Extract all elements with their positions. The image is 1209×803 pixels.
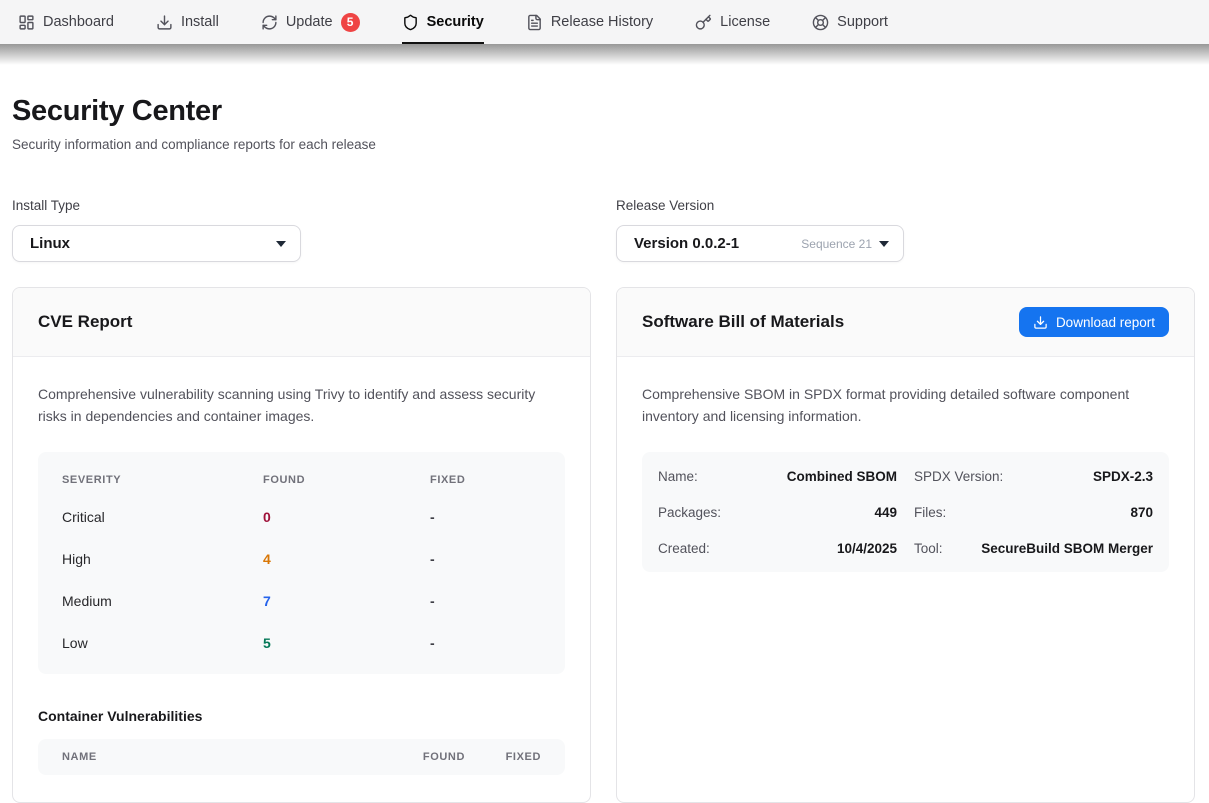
key-icon (695, 14, 712, 31)
sbom-spdx-version-value: SPDX-2.3 (1093, 469, 1153, 484)
release-sequence-label: Sequence 21 (801, 237, 872, 251)
life-buoy-icon (812, 14, 829, 31)
cve-card-title: CVE Report (38, 312, 132, 332)
cve-card-header: CVE Report (13, 288, 590, 357)
refresh-icon (261, 14, 278, 31)
found-col-header: FOUND (395, 751, 465, 763)
install-type-value: Linux (30, 235, 276, 252)
download-report-button[interactable]: Download report (1019, 307, 1169, 337)
name-col-header: NAME (62, 751, 375, 763)
tab-release-history[interactable]: Release History (526, 0, 653, 44)
container-vulns-table-header: NAME FOUND FIXED (38, 739, 565, 775)
page-title: Security Center (12, 95, 1195, 128)
install-type-select[interactable]: Linux (12, 225, 301, 262)
release-version-label: Release Version (616, 198, 1195, 213)
tab-dashboard[interactable]: Dashboard (18, 0, 114, 44)
sbom-name-value: Combined SBOM (787, 469, 897, 484)
severity-table: SEVERITY FOUND FIXED Critical 0 - High 4… (38, 452, 565, 674)
sbom-description: Comprehensive SBOM in SPDX format provid… (642, 384, 1169, 427)
tab-support[interactable]: Support (812, 0, 888, 44)
sbom-info-panel: Name: Combined SBOM SPDX Version: SPDX-2… (642, 452, 1169, 572)
severity-row-fixed: - (430, 496, 541, 538)
fixed-col-header: FIXED (430, 468, 541, 496)
download-report-label: Download report (1056, 315, 1155, 330)
download-icon (1033, 315, 1048, 330)
severity-row-found: 7 (263, 580, 430, 622)
found-col-header: FOUND (263, 468, 430, 496)
document-icon (526, 14, 543, 31)
release-version-value: Version 0.0.2-1 (634, 235, 801, 252)
update-count-badge: 5 (341, 13, 360, 32)
fixed-col-header: FIXED (485, 751, 541, 763)
caret-down-icon (276, 241, 286, 247)
severity-row-found: 4 (263, 538, 430, 580)
sbom-info-row: Name: Combined SBOM SPDX Version: SPDX-2… (658, 458, 1153, 494)
tab-label: Release History (551, 14, 653, 30)
sbom-name-label: Name: (658, 469, 698, 484)
top-nav: Dashboard Install Update 5 Security Rele… (0, 0, 1209, 44)
tab-license[interactable]: License (695, 0, 770, 44)
sbom-tool-value: SecureBuild SBOM Merger (981, 541, 1153, 556)
main-content: Security Center Security information and… (0, 66, 1209, 803)
container-vulnerabilities-title: Container Vulnerabilities (38, 708, 565, 724)
severity-row-label: Low (62, 622, 263, 664)
sbom-card: Software Bill of Materials Download repo… (616, 287, 1195, 803)
sbom-card-title: Software Bill of Materials (642, 312, 844, 332)
severity-row-label: Medium (62, 580, 263, 622)
sbom-created-label: Created: (658, 541, 710, 556)
sbom-packages-value: 449 (874, 505, 897, 520)
cve-report-card: CVE Report Comprehensive vulnerability s… (12, 287, 591, 803)
severity-row-fixed: - (430, 538, 541, 580)
sbom-tool-label: Tool: (914, 541, 943, 556)
sbom-files-value: 870 (1130, 505, 1153, 520)
severity-row-fixed: - (430, 622, 541, 664)
sbom-card-header: Software Bill of Materials Download repo… (617, 288, 1194, 357)
page-subtitle: Security information and compliance repo… (12, 137, 1195, 152)
tab-label: Install (181, 14, 219, 30)
sbom-packages-label: Packages: (658, 505, 721, 520)
tab-update[interactable]: Update 5 (261, 0, 360, 44)
shield-icon (402, 14, 419, 31)
cve-description: Comprehensive vulnerability scanning usi… (38, 384, 565, 427)
severity-row-fixed: - (430, 580, 541, 622)
report-cards: CVE Report Comprehensive vulnerability s… (12, 287, 1195, 803)
release-version-select[interactable]: Version 0.0.2-1 Sequence 21 (616, 225, 904, 262)
sbom-created-value: 10/4/2025 (837, 541, 897, 556)
sbom-spdx-version-label: SPDX Version: (914, 469, 1003, 484)
nav-scroll-shadow (0, 44, 1209, 66)
sbom-files-label: Files: (914, 505, 946, 520)
caret-down-icon (879, 241, 889, 247)
dashboard-icon (18, 14, 35, 31)
severity-row-label: Critical (62, 496, 263, 538)
filters-row: Install Type Linux Release Version Versi… (12, 198, 1195, 262)
tab-label: License (720, 14, 770, 30)
sbom-info-row: Created: 10/4/2025 Tool: SecureBuild SBO… (658, 530, 1153, 566)
tab-install[interactable]: Install (156, 0, 219, 44)
sbom-info-row: Packages: 449 Files: 870 (658, 494, 1153, 530)
download-icon (156, 14, 173, 31)
severity-row-found: 0 (263, 496, 430, 538)
severity-row-found: 5 (263, 622, 430, 664)
severity-row-label: High (62, 538, 263, 580)
tab-label: Security (427, 14, 484, 30)
install-type-label: Install Type (12, 198, 591, 213)
tab-security[interactable]: Security (402, 0, 484, 44)
tab-label: Dashboard (43, 14, 114, 30)
severity-col-header: SEVERITY (62, 468, 263, 496)
tab-label: Update (286, 14, 333, 30)
tab-label: Support (837, 14, 888, 30)
